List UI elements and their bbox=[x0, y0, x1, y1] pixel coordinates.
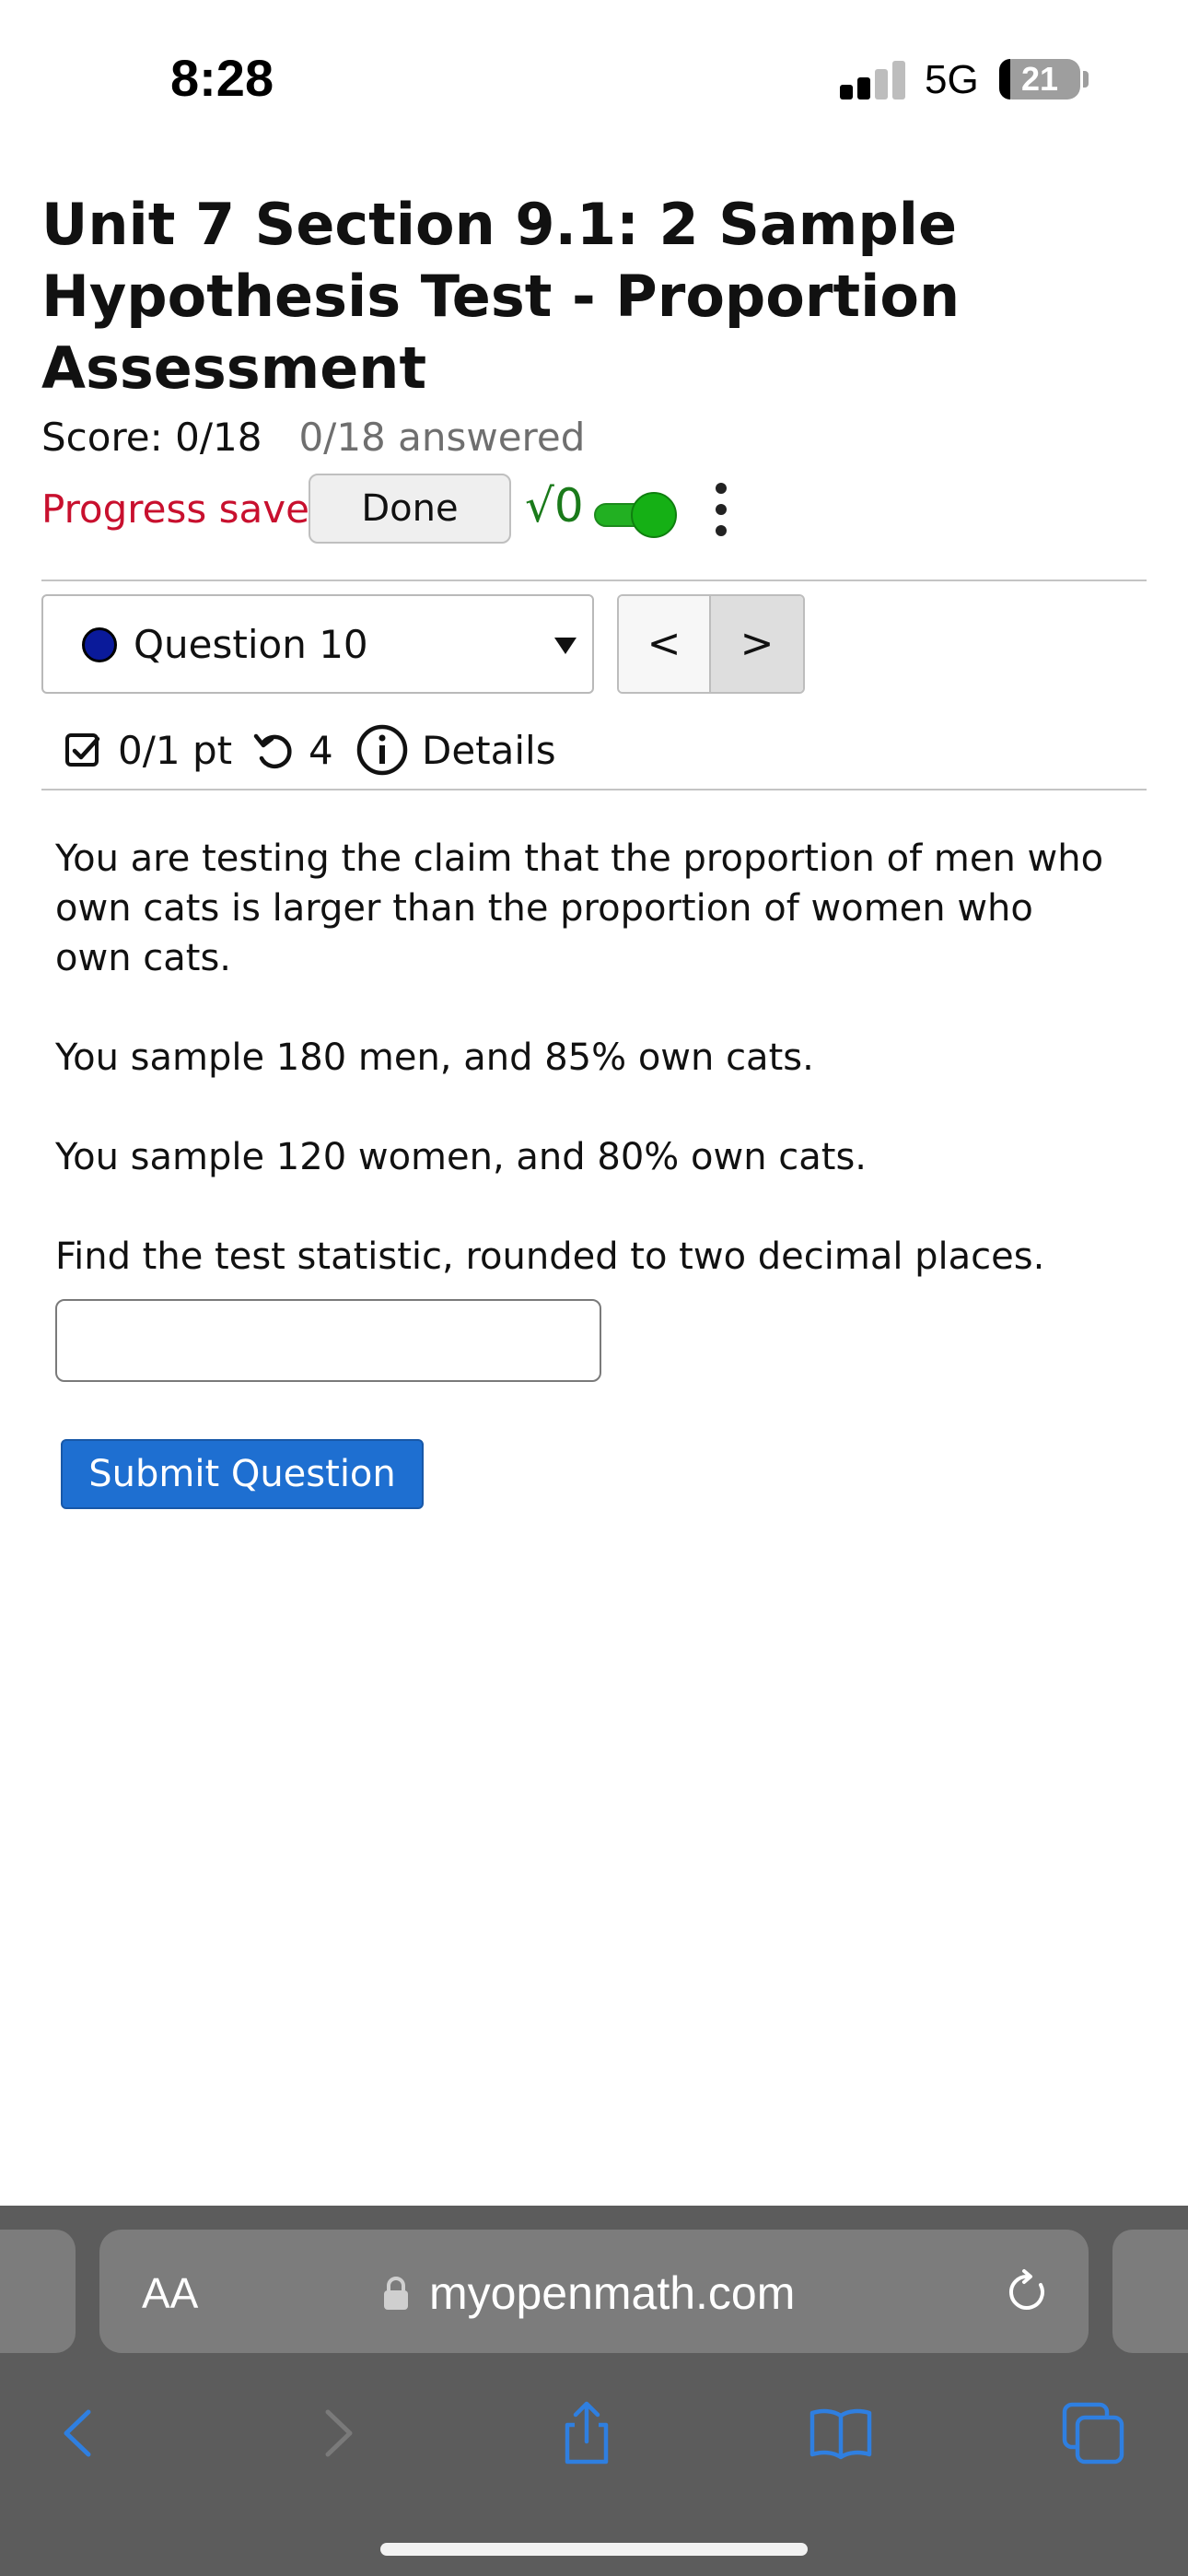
battery-level: 21 bbox=[1020, 60, 1059, 98]
home-indicator[interactable] bbox=[380, 2543, 808, 2556]
page-title: Unit 7 Section 9.1: 2 Sample Hypothesis … bbox=[41, 191, 961, 402]
battery-nub bbox=[1083, 71, 1089, 88]
browser-toolbar bbox=[0, 2381, 1188, 2482]
checkbox-check-icon bbox=[65, 733, 100, 767]
submit-question-button[interactable]: Submit Question bbox=[61, 1439, 424, 1509]
answered-count: 0/18 answered bbox=[298, 415, 586, 460]
header-divider bbox=[41, 580, 1147, 581]
back-icon[interactable] bbox=[44, 2399, 112, 2467]
retry-icon bbox=[253, 733, 292, 769]
network-type: 5G bbox=[925, 57, 979, 102]
score-row: Score: 0/18 0/18 answered bbox=[41, 415, 585, 460]
previous-question-button[interactable]: < bbox=[619, 596, 711, 692]
score-text: Score: 0/18 bbox=[41, 415, 262, 460]
lock-icon bbox=[384, 2277, 408, 2310]
url-text: myopenmath.com bbox=[429, 2267, 796, 2319]
cellular-signal-icon bbox=[840, 61, 906, 100]
caret-down-icon bbox=[554, 638, 577, 654]
progress-saved-status: Progress saved bbox=[41, 486, 334, 532]
progress-row: Progress saved Done √0 bbox=[41, 474, 1147, 544]
more-options-icon[interactable] bbox=[710, 477, 732, 542]
next-tab-preview[interactable] bbox=[1112, 2230, 1188, 2353]
meta-divider bbox=[41, 789, 1147, 790]
browser-bar: AA myopenmath.com bbox=[0, 2206, 1188, 2576]
toggle-knob bbox=[631, 492, 677, 538]
battery-icon: 21 bbox=[999, 59, 1080, 100]
question-body: You are testing the claim that the propo… bbox=[55, 834, 1114, 1331]
reader-options-button[interactable]: AA bbox=[142, 2268, 198, 2318]
address-bar[interactable]: AA myopenmath.com bbox=[99, 2230, 1089, 2353]
reload-icon[interactable] bbox=[1004, 2268, 1052, 2316]
bookmarks-icon[interactable] bbox=[807, 2399, 875, 2467]
question-status-dot-icon bbox=[82, 627, 117, 662]
share-icon[interactable] bbox=[553, 2399, 621, 2467]
points-text: 0/1 pt bbox=[118, 728, 233, 773]
question-nav-group: < > bbox=[617, 594, 805, 694]
next-question-button[interactable]: > bbox=[711, 596, 803, 692]
math-entry-icon[interactable]: √0 bbox=[525, 479, 584, 533]
tries-remaining: 4 bbox=[309, 728, 333, 773]
forward-icon[interactable] bbox=[304, 2399, 372, 2467]
info-icon[interactable] bbox=[355, 723, 409, 777]
done-button[interactable]: Done bbox=[309, 474, 511, 544]
question-paragraph: You sample 180 men, and 85% own cats. bbox=[55, 1036, 814, 1079]
question-paragraph: You are testing the claim that the propo… bbox=[55, 837, 1104, 979]
question-paragraph: You sample 120 women, and 80% own cats. bbox=[55, 1136, 867, 1178]
tabs-icon[interactable] bbox=[1059, 2399, 1127, 2467]
status-time: 8:28 bbox=[170, 49, 274, 107]
question-select-label: Question 10 bbox=[134, 622, 368, 667]
answer-input[interactable] bbox=[55, 1299, 601, 1382]
question-select[interactable]: Question 10 bbox=[41, 594, 594, 694]
details-link[interactable]: Details bbox=[422, 728, 556, 773]
previous-tab-preview[interactable] bbox=[0, 2230, 76, 2353]
status-bar: 8:28 5G 21 bbox=[0, 0, 1188, 157]
math-entry-toggle[interactable] bbox=[585, 490, 705, 538]
question-paragraph: Find the test statistic, rounded to two … bbox=[55, 1235, 1045, 1278]
